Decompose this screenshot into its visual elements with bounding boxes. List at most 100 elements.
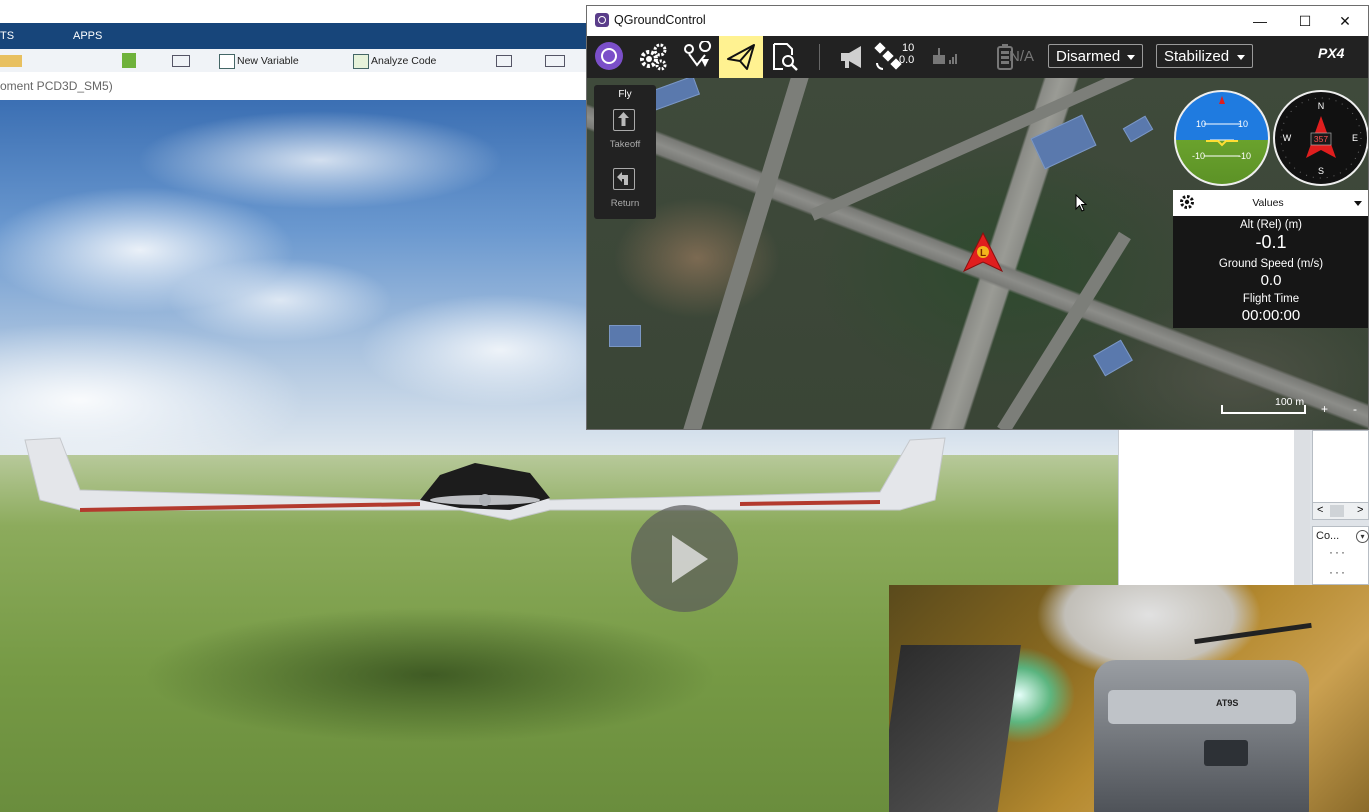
- qgroundcontrol-window: QGroundControl — ☐ ✕ 10 0.0 N/A Disarmed…: [586, 5, 1369, 430]
- flight-mode-value: Stabilized: [1164, 48, 1230, 65]
- vehicle-marker[interactable]: L: [961, 231, 1005, 275]
- fly-panel-header: Fly: [618, 89, 632, 100]
- analyze-code-button[interactable]: Analyze Code: [353, 53, 436, 69]
- arm-state-value: Disarmed: [1056, 48, 1121, 65]
- rc-brand-label: AT9S: [1216, 698, 1239, 708]
- takeoff-icon: [613, 109, 635, 131]
- alt-label: Alt (Rel) (m): [1240, 219, 1302, 231]
- simulink-icon[interactable]: [496, 55, 512, 67]
- vehicle-setup-button[interactable]: [631, 36, 675, 78]
- background-ribbon-tabs: TS APPS: [0, 23, 600, 49]
- scroll-thumb[interactable]: [1330, 505, 1344, 517]
- values-panel-title: Values: [1252, 197, 1284, 209]
- chevron-down-icon: [1237, 55, 1245, 60]
- values-panel-header[interactable]: Values: [1173, 190, 1368, 216]
- window-layout-icon[interactable]: [545, 55, 565, 67]
- qgc-title-bar[interactable]: QGroundControl — ☐ ✕: [587, 6, 1368, 36]
- map-building: [1122, 115, 1154, 143]
- current-folder-path[interactable]: oment PCD3D_SM5): [0, 72, 600, 101]
- mini-panel-hscroll[interactable]: < >: [1312, 502, 1369, 520]
- command-panel: Co... ▾ ··· ···: [1312, 526, 1369, 585]
- attitude-indicator: 10 10 -10 -10: [1174, 90, 1270, 186]
- megaphone-icon: [841, 46, 861, 68]
- gps-readout: 10 0.0: [899, 42, 914, 66]
- px4-logo-text: PX4: [1318, 45, 1345, 61]
- chevron-down-icon[interactable]: [1354, 201, 1362, 206]
- rc-screen: [1204, 740, 1248, 766]
- rc-antenna: [1194, 622, 1312, 645]
- qgc-menu-button[interactable]: [587, 36, 631, 78]
- ribbon-tab-ts[interactable]: TS: [0, 23, 14, 49]
- ribbon-tab-apps[interactable]: APPS: [73, 23, 102, 49]
- path-text: oment PCD3D_SM5): [0, 79, 113, 93]
- map-scale-label: 100 m: [1275, 396, 1305, 408]
- takeoff-button[interactable]: Takeoff: [594, 109, 656, 159]
- compass-n: N: [1318, 101, 1325, 111]
- zoom-in-button[interactable]: +: [1321, 402, 1328, 416]
- compass-w: W: [1283, 133, 1292, 143]
- flight-time-label: Flight Time: [1242, 293, 1300, 305]
- new-variable-icon: [219, 54, 235, 69]
- gears-icon: [640, 43, 667, 71]
- pitch-label: -10: [1238, 151, 1251, 161]
- map-building: [1030, 114, 1097, 170]
- zoom-out-button[interactable]: -: [1353, 402, 1357, 416]
- analyze-code-label: Analyze Code: [371, 55, 437, 67]
- gps-hdop: 0.0: [899, 54, 915, 66]
- folder-icon[interactable]: [0, 55, 22, 67]
- map-building: [648, 78, 701, 111]
- compass-s: S: [1318, 166, 1324, 176]
- new-variable-label: New Variable: [237, 55, 299, 67]
- rc-faceplate: [1108, 690, 1296, 724]
- qgc-app-icon: [595, 13, 609, 27]
- panel-options-button[interactable]: ▾: [1356, 530, 1369, 543]
- paper-plane-icon: [727, 44, 755, 70]
- chevron-down-icon: [1127, 55, 1135, 60]
- takeoff-label: Takeoff: [609, 139, 641, 150]
- close-button[interactable]: ✕: [1322, 6, 1368, 36]
- dots-icon: ···: [1329, 545, 1347, 559]
- pitch-label: -10: [1192, 151, 1205, 161]
- flight-mode-dropdown[interactable]: Stabilized: [1156, 44, 1253, 68]
- rc-transmitter: AT9S: [1094, 660, 1309, 812]
- scale-line: [1221, 412, 1306, 414]
- new-variable-button[interactable]: New Variable: [219, 53, 299, 69]
- minimize-button[interactable]: —: [1237, 6, 1283, 36]
- map-road: [683, 78, 809, 429]
- scroll-right-button[interactable]: >: [1357, 504, 1363, 516]
- instrument-panel: 10 10 -10 -10 N E S W 357: [1173, 87, 1368, 187]
- workspace-scrollbar[interactable]: [1294, 430, 1310, 585]
- webcam-video-inset: AT9S: [889, 585, 1369, 812]
- ground-speed-label: Ground Speed (m/s): [1218, 258, 1324, 270]
- analyze-code-icon: [353, 54, 369, 69]
- video-play-button[interactable]: [631, 505, 738, 612]
- analyze-button[interactable]: [763, 36, 807, 78]
- workspace-panel: [1118, 430, 1295, 585]
- rc-rssi-button[interactable]: [923, 36, 967, 78]
- ground-speed-value: 0.0: [1260, 272, 1282, 289]
- flight-time-value: 00:00:00: [1241, 307, 1301, 324]
- scale-tick: [1304, 405, 1306, 414]
- return-label: Return: [610, 198, 640, 209]
- qgc-logo-icon: [595, 42, 623, 70]
- heading-readout: 357: [1314, 134, 1328, 144]
- compass-indicator: N E S W 357: [1273, 90, 1368, 186]
- pitch-label: 10: [1196, 119, 1206, 129]
- scroll-left-button[interactable]: <: [1317, 504, 1323, 516]
- qgc-main-toolbar: 10 0.0 N/A Disarmed Stabilized PX4: [587, 36, 1368, 78]
- dots-icon: ···: [1329, 565, 1347, 579]
- plan-view-button[interactable]: [675, 36, 719, 78]
- map-building: [1093, 339, 1133, 377]
- import-arrow-icon[interactable]: [122, 53, 136, 68]
- satellite-count: 10: [902, 42, 915, 54]
- compass-e: E: [1352, 133, 1358, 143]
- values-panel: Alt (Rel) (m) -0.1 Ground Speed (m/s) 0.…: [1173, 216, 1368, 328]
- arm-state-dropdown[interactable]: Disarmed: [1048, 44, 1143, 68]
- layout-icon[interactable]: [172, 55, 190, 67]
- laptop-in-video: [889, 645, 1021, 812]
- return-icon: [613, 168, 635, 190]
- return-button[interactable]: Return: [594, 168, 656, 218]
- satellite-map[interactable]: Fly Takeoff Return L 100 m + - 10 10 -10…: [587, 78, 1368, 429]
- fly-view-button[interactable]: [719, 36, 763, 78]
- document-search-icon: [773, 43, 798, 71]
